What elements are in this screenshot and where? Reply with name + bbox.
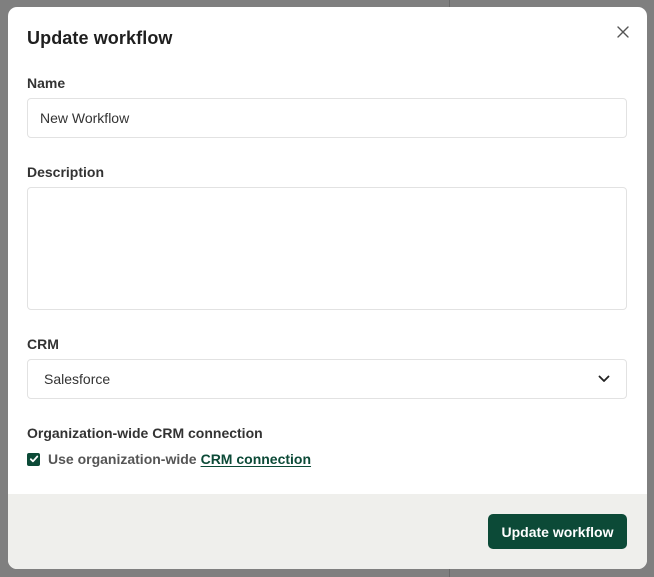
crm-select[interactable]: Salesforce [27, 359, 627, 399]
checkmark-icon [29, 455, 38, 463]
dialog-footer: Update workflow [8, 494, 647, 569]
close-button[interactable] [612, 22, 634, 44]
description-textarea[interactable] [27, 187, 627, 310]
crm-connection-link[interactable]: CRM connection [201, 451, 311, 467]
chevron-down-icon [598, 373, 610, 385]
crm-select-value: Salesforce [44, 371, 111, 387]
update-workflow-dialog: Update workflow Name Description CRM Sal… [8, 7, 647, 569]
name-label: Name [27, 75, 66, 91]
org-connection-label: Organization-wide CRM connection [27, 425, 263, 441]
org-connection-checkbox[interactable] [27, 452, 40, 466]
org-connection-checkbox-label: Use organization-wide [48, 451, 197, 467]
update-workflow-button[interactable]: Update workflow [488, 514, 627, 549]
dialog-title: Update workflow [27, 28, 173, 48]
description-label: Description [27, 164, 105, 180]
close-icon [617, 25, 629, 41]
name-input[interactable] [27, 98, 627, 138]
org-connection-option: Use organization-wide CRM connection [27, 451, 311, 467]
crm-label: CRM [27, 336, 59, 352]
